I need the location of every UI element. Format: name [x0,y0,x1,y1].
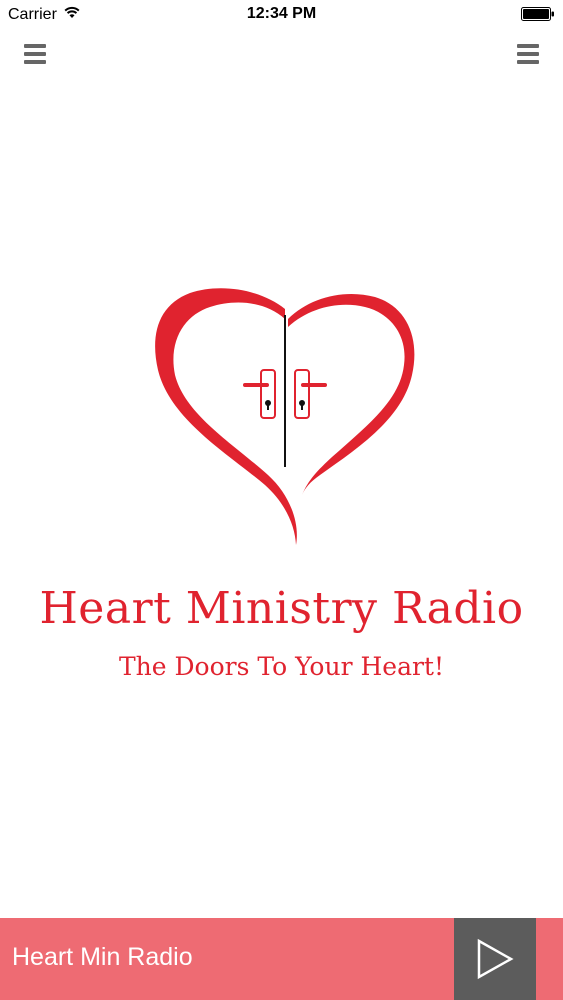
heart-doors-logo [150,285,420,550]
play-icon [477,938,514,980]
left-menu-button[interactable] [24,44,46,66]
status-time: 12:34 PM [246,5,317,22]
right-menu-button[interactable] [517,44,539,66]
status-bar: Carrier 12:34 PM [0,0,563,30]
battery-icon [521,7,555,21]
logo-tagline: The Doors To Your Heart! [118,652,445,681]
station-name: Heart Min Radio [12,943,193,971]
logo-title: Heart Ministry Radio [39,583,524,634]
app-screen: Carrier 12:34 PM Heart Ministry Radio Th… [0,0,563,1000]
player-bar[interactable]: Heart Min Radio [0,918,563,1000]
play-button[interactable] [454,918,536,1000]
